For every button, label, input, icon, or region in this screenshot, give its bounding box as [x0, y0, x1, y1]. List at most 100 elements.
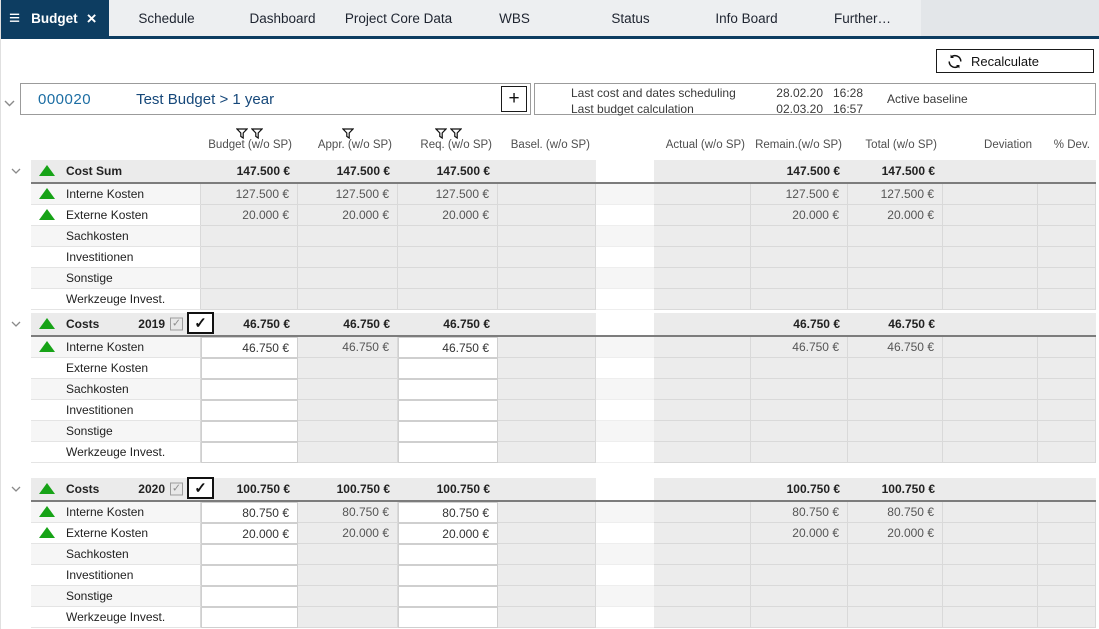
collapse-chevron-icon: [11, 168, 21, 174]
tab-further[interactable]: Further…: [805, 0, 921, 36]
cell-remain: 46.750 €: [751, 337, 848, 358]
cell-budget[interactable]: [201, 379, 298, 400]
cell-pdev: [1038, 544, 1096, 565]
cell-total: 80.750 €: [848, 502, 943, 523]
cell-req[interactable]: [398, 358, 498, 379]
cell-budget[interactable]: [201, 607, 298, 628]
cell-budget[interactable]: 46.750 €: [201, 337, 298, 358]
column-header-budget[interactable]: Budget (w/o SP): [201, 139, 298, 159]
project-expander-chevron-icon[interactable]: [4, 94, 15, 112]
group-expander-cost-sum[interactable]: [1, 160, 31, 182]
close-icon[interactable]: ×: [87, 10, 97, 27]
cell-basel: [498, 502, 596, 523]
column-header-actual[interactable]: Actual (w/o SP): [654, 139, 751, 159]
cell-budget: [201, 247, 298, 268]
filter-icon[interactable]: [450, 128, 462, 139]
cell-req[interactable]: [398, 607, 498, 628]
cell-budget[interactable]: [201, 400, 298, 421]
tab-budget[interactable]: ≡ Budget ×: [1, 0, 109, 36]
cell-budget[interactable]: [201, 586, 298, 607]
cell-req[interactable]: 20.000 €: [398, 523, 498, 544]
row-label: Interne Kosten: [31, 502, 201, 523]
filter-icon[interactable]: [236, 128, 248, 139]
column-header-basel[interactable]: Basel. (w/o SP): [498, 139, 596, 159]
recalculate-button[interactable]: Recalculate: [936, 49, 1094, 73]
tab-wbs[interactable]: WBS: [457, 0, 573, 36]
cell-appr: [298, 442, 398, 463]
column-header-remain[interactable]: Remain.(w/o SP): [751, 139, 848, 159]
cell-req[interactable]: 80.750 €: [398, 502, 498, 523]
last-scheduling-label: Last cost and dates scheduling: [571, 86, 775, 100]
row-label: Werkzeuge Invest.: [31, 607, 201, 628]
cell-remain: [751, 289, 848, 310]
collapse-chevron-icon: [11, 486, 21, 492]
cell-req[interactable]: [398, 586, 498, 607]
cell-total: [848, 544, 943, 565]
cell-total: [848, 586, 943, 607]
cell-req: [398, 226, 498, 247]
cell-budget[interactable]: [201, 358, 298, 379]
cell-actual: [654, 247, 751, 268]
filter-icon[interactable]: [342, 128, 354, 139]
filter-icon[interactable]: [251, 128, 263, 139]
cell-appr: [298, 247, 398, 268]
cell-req[interactable]: [398, 400, 498, 421]
cell-budget: [201, 268, 298, 289]
tab-project-core-data[interactable]: Project Core Data: [341, 0, 457, 36]
cell-actual: [654, 565, 751, 586]
tab-schedule[interactable]: Schedule: [109, 0, 225, 36]
cell-req[interactable]: [398, 379, 498, 400]
cell-actual: [654, 442, 751, 463]
cell-deviation: [943, 268, 1038, 289]
tab-info-board[interactable]: Info Board: [689, 0, 805, 36]
cell-deviation: [943, 523, 1038, 544]
group-value-remain: 100.750 €: [751, 478, 848, 500]
cell-req[interactable]: [398, 442, 498, 463]
cell-deviation: [943, 226, 1038, 247]
cell-total: [848, 565, 943, 586]
cell-budget[interactable]: [201, 421, 298, 442]
cell-total: [848, 289, 943, 310]
cell-budget[interactable]: [201, 544, 298, 565]
cell-basel: [498, 205, 596, 226]
tab-status[interactable]: Status: [573, 0, 689, 36]
group-header-cost-sum: Cost Sum147.500 €147.500 €147.500 €: [31, 160, 596, 182]
group-expander-2020[interactable]: [1, 478, 31, 500]
green-up-triangle-icon: [39, 209, 55, 220]
row-spacer: [596, 442, 654, 463]
filter-icon[interactable]: [435, 128, 447, 139]
cell-budget[interactable]: [201, 442, 298, 463]
cell-budget[interactable]: [201, 565, 298, 586]
add-button[interactable]: +: [501, 86, 527, 112]
cell-req[interactable]: 46.750 €: [398, 337, 498, 358]
cell-basel: [498, 268, 596, 289]
cell-remain: [751, 565, 848, 586]
last-calculation-time: 16:57: [823, 102, 863, 116]
project-info-box: Last cost and dates scheduling 28.02.20 …: [534, 83, 1096, 115]
cell-req[interactable]: [398, 421, 498, 442]
cell-req[interactable]: [398, 565, 498, 586]
cell-basel: [498, 400, 596, 421]
column-header-total[interactable]: Total (w/o SP): [848, 139, 943, 159]
cell-remain: 20.000 €: [751, 205, 848, 226]
column-header-pdev[interactable]: % Dev.: [1038, 139, 1096, 159]
cell-appr: 46.750 €: [298, 337, 398, 358]
menu-icon[interactable]: ≡: [9, 9, 20, 28]
cell-actual: [654, 205, 751, 226]
cell-req[interactable]: [398, 544, 498, 565]
green-up-triangle-icon: [39, 483, 55, 494]
cell-remain: [751, 442, 848, 463]
cell-budget[interactable]: 80.750 €: [201, 502, 298, 523]
project-title: Test Budget > 1 year: [136, 91, 274, 108]
cell-budget[interactable]: 20.000 €: [201, 523, 298, 544]
cell-budget: [201, 226, 298, 247]
cell-remain: [751, 358, 848, 379]
row-label: Externe Kosten: [31, 205, 201, 226]
column-header-req[interactable]: Req. (w/o SP): [398, 139, 498, 159]
column-header-appr[interactable]: Appr. (w/o SP): [298, 139, 398, 159]
column-header-deviation[interactable]: Deviation: [943, 139, 1038, 159]
tab-dashboard[interactable]: Dashboard: [225, 0, 341, 36]
cell-total: 20.000 €: [848, 205, 943, 226]
cell-pdev: [1038, 247, 1096, 268]
group-expander-2019[interactable]: [1, 313, 31, 335]
